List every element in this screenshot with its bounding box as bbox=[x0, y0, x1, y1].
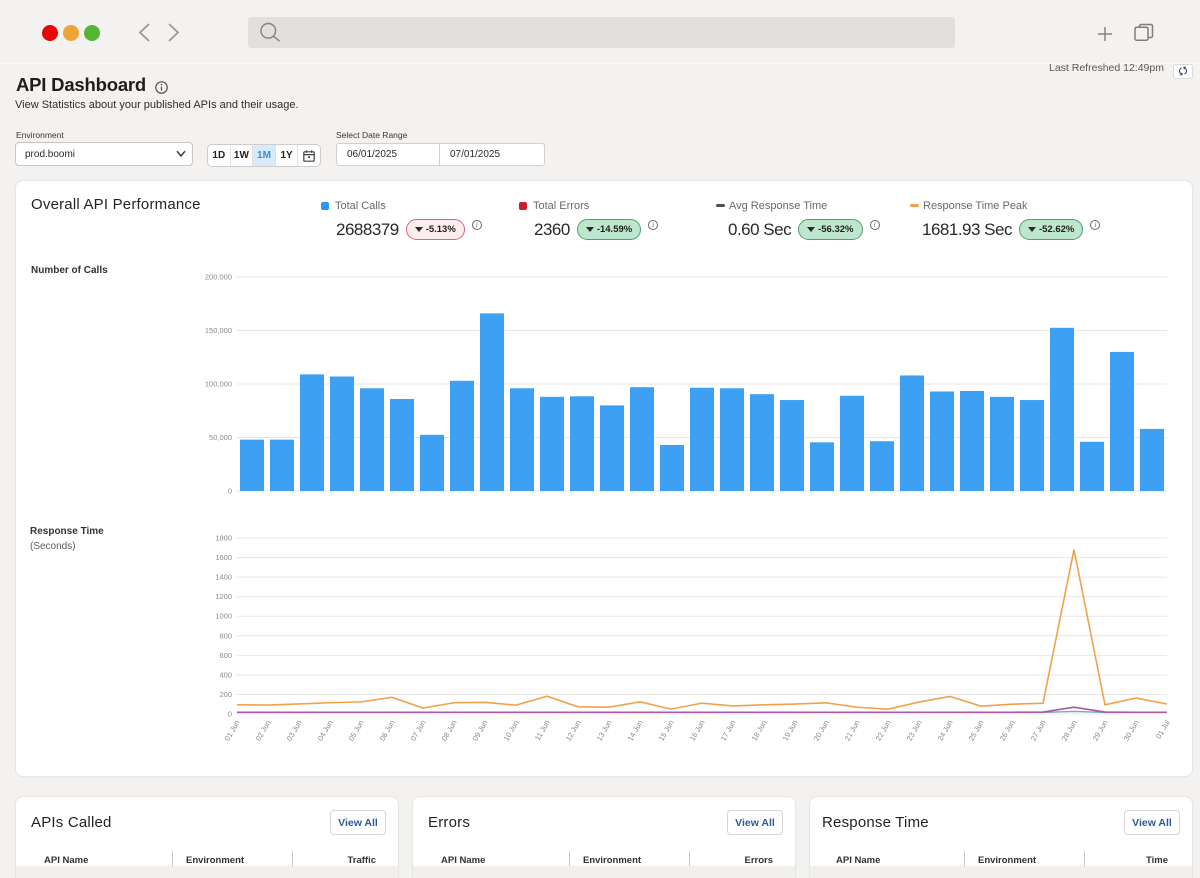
svg-text:0: 0 bbox=[228, 487, 232, 496]
svg-text:20 Jun: 20 Jun bbox=[812, 719, 831, 743]
svg-text:13 Jun: 13 Jun bbox=[595, 719, 614, 743]
svg-text:600: 600 bbox=[219, 651, 232, 660]
svg-text:07 Jun: 07 Jun bbox=[409, 719, 428, 743]
svg-text:29 Jun: 29 Jun bbox=[1091, 719, 1110, 743]
svg-text:14 Jun: 14 Jun bbox=[626, 719, 645, 743]
svg-text:800: 800 bbox=[219, 631, 232, 640]
svg-text:400: 400 bbox=[219, 670, 232, 679]
svg-text:24 Jun: 24 Jun bbox=[936, 719, 955, 743]
svg-text:200,000: 200,000 bbox=[205, 273, 232, 282]
svg-text:28 Jun: 28 Jun bbox=[1060, 719, 1079, 743]
svg-text:08 Jun: 08 Jun bbox=[440, 719, 459, 743]
svg-text:01 Jul: 01 Jul bbox=[1154, 718, 1172, 740]
svg-text:11 Jun: 11 Jun bbox=[533, 719, 552, 743]
svg-text:1200: 1200 bbox=[215, 592, 232, 601]
svg-text:05 Jun: 05 Jun bbox=[347, 719, 366, 743]
svg-text:22 Jun: 22 Jun bbox=[874, 719, 893, 743]
svg-text:03 Jun: 03 Jun bbox=[285, 719, 304, 743]
svg-text:26 Jun: 26 Jun bbox=[998, 719, 1017, 743]
svg-text:23 Jun: 23 Jun bbox=[905, 719, 924, 743]
svg-text:1000: 1000 bbox=[215, 612, 232, 621]
svg-text:0: 0 bbox=[228, 710, 232, 719]
svg-text:16 Jun: 16 Jun bbox=[688, 719, 707, 743]
svg-text:27 Jun: 27 Jun bbox=[1029, 719, 1048, 743]
svg-text:17 Jun: 17 Jun bbox=[719, 719, 738, 743]
svg-text:1800: 1800 bbox=[215, 534, 232, 543]
svg-text:1600: 1600 bbox=[215, 553, 232, 562]
svg-text:15 Jun: 15 Jun bbox=[657, 719, 676, 743]
svg-text:100,000: 100,000 bbox=[205, 380, 232, 389]
svg-text:01 Jun: 01 Jun bbox=[223, 719, 242, 743]
svg-text:12 Jun: 12 Jun bbox=[564, 719, 583, 743]
svg-text:1400: 1400 bbox=[215, 573, 232, 582]
svg-text:09 Jun: 09 Jun bbox=[471, 719, 490, 743]
svg-text:21 Jun: 21 Jun bbox=[843, 719, 862, 743]
svg-text:19 Jun: 19 Jun bbox=[781, 719, 800, 743]
svg-text:18 Jun: 18 Jun bbox=[750, 719, 769, 743]
svg-text:25 Jun: 25 Jun bbox=[967, 719, 986, 743]
svg-text:10 Jun: 10 Jun bbox=[502, 719, 521, 743]
svg-text:150,000: 150,000 bbox=[205, 326, 232, 335]
svg-text:200: 200 bbox=[219, 690, 232, 699]
svg-text:04 Jun: 04 Jun bbox=[316, 719, 335, 743]
svg-text:50,000: 50,000 bbox=[209, 433, 232, 442]
svg-text:30 Jun: 30 Jun bbox=[1122, 719, 1141, 743]
svg-text:02 Jun: 02 Jun bbox=[254, 719, 273, 743]
svg-text:06 Jun: 06 Jun bbox=[378, 719, 397, 743]
